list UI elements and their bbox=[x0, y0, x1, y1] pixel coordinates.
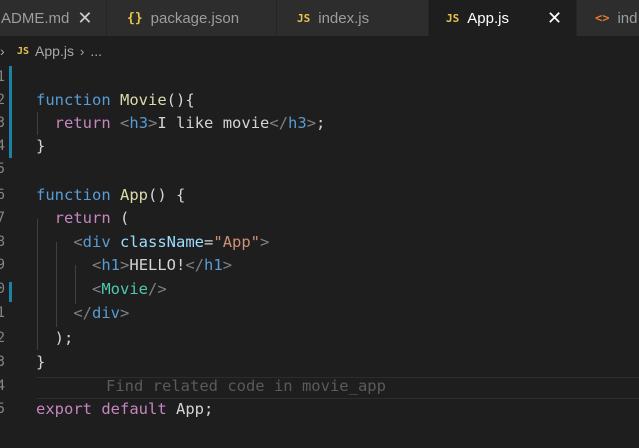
code-line: 3 return <h3>I like movie</h3>; bbox=[0, 112, 639, 135]
editor-tab-bar: ADME.md ✕ {} package.json JS index.js JS… bbox=[0, 0, 639, 36]
code-line: 4 Find related code in movie_app bbox=[0, 375, 639, 398]
code-line: 4 } bbox=[0, 135, 639, 158]
code-line: 2 function Movie(){ bbox=[0, 89, 639, 112]
line-number: 4 bbox=[0, 138, 5, 154]
line-number: 9 bbox=[0, 257, 5, 273]
line-number: 2 bbox=[0, 92, 5, 108]
line-number: 3 bbox=[0, 354, 5, 370]
code-text: ); bbox=[54, 329, 74, 347]
code-line: 0 <Movie/> bbox=[0, 278, 639, 301]
code-line: 1 </div> bbox=[0, 302, 639, 325]
line-number: 3 bbox=[0, 115, 5, 131]
code-line: 6 function App() { bbox=[0, 184, 639, 207]
tab-index-js[interactable]: JS index.js bbox=[277, 0, 429, 36]
code-line: 2 ); bbox=[0, 327, 639, 350]
code-line: 8 <div className="App"> bbox=[0, 231, 639, 254]
code-text: <Movie/> bbox=[92, 280, 167, 298]
breadcrumb-more[interactable]: ... bbox=[90, 43, 102, 59]
line-number: 2 bbox=[0, 330, 5, 346]
code-line: 9 <h1>HELLO!</h1> bbox=[0, 254, 639, 277]
close-icon[interactable]: ✕ bbox=[547, 9, 562, 27]
tab-index-html[interactable]: <> ind bbox=[577, 0, 639, 36]
close-icon[interactable]: ✕ bbox=[77, 9, 92, 27]
tab-label: App.js bbox=[467, 9, 509, 27]
line-number: 4 bbox=[0, 378, 5, 394]
code-text: return ( bbox=[54, 209, 130, 227]
js-icon: JS bbox=[17, 45, 30, 57]
breadcrumb-file[interactable]: App.js bbox=[35, 43, 74, 59]
code-text: <h1>HELLO!</h1> bbox=[92, 256, 233, 274]
tab-label: index.js bbox=[318, 9, 370, 27]
breadcrumb: › JS App.js › ... bbox=[0, 36, 639, 66]
code-text: function App() { bbox=[36, 186, 186, 204]
code-text: function Movie(){ bbox=[36, 91, 195, 109]
line-number: 5 bbox=[0, 161, 5, 177]
html-icon: <> bbox=[595, 11, 610, 25]
tab-package-json[interactable]: {} package.json bbox=[107, 0, 277, 36]
code-text: } bbox=[36, 137, 46, 155]
line-number: 0 bbox=[0, 281, 5, 297]
code-text: <div className="App"> bbox=[73, 233, 270, 251]
tab-readme[interactable]: ADME.md ✕ bbox=[0, 0, 107, 36]
line-number: 6 bbox=[0, 187, 5, 203]
line-number: 7 bbox=[0, 210, 5, 226]
json-icon: {} bbox=[127, 10, 143, 26]
code-text: } bbox=[36, 353, 46, 371]
tab-label: package.json bbox=[150, 9, 240, 27]
code-line: 3 } bbox=[0, 351, 639, 374]
js-icon: JS bbox=[446, 11, 460, 25]
codelens-hint[interactable]: Find related code in movie_app bbox=[106, 375, 386, 398]
code-editor[interactable]: 1 2 function Movie(){ 3 return <h3>I lik… bbox=[0, 66, 639, 448]
tab-label: ADME.md bbox=[1, 9, 70, 27]
chevron-right-icon: › bbox=[0, 43, 5, 59]
line-number: 1 bbox=[0, 305, 5, 321]
code-line: 5 export default App; bbox=[0, 398, 639, 421]
tab-label: ind bbox=[617, 9, 638, 27]
chevron-right-icon: › bbox=[79, 43, 85, 59]
code-line: 5 bbox=[0, 158, 639, 181]
js-icon: JS bbox=[297, 11, 311, 25]
code-text: </div> bbox=[73, 304, 130, 322]
code-line: 7 return ( bbox=[0, 207, 639, 230]
code-text: return <h3>I like movie</h3>; bbox=[54, 114, 326, 132]
line-number: 5 bbox=[0, 401, 5, 417]
tab-app-js[interactable]: JS App.js ✕ bbox=[429, 0, 577, 36]
code-text: export default App; bbox=[36, 400, 214, 418]
code-line: 1 bbox=[0, 66, 639, 89]
line-number: 1 bbox=[0, 69, 5, 85]
line-number: 8 bbox=[0, 234, 5, 250]
